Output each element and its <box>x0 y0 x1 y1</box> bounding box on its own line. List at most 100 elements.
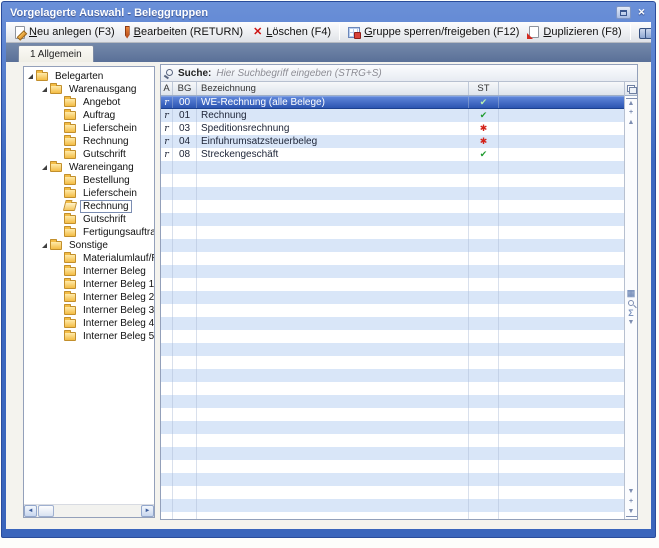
table-row-empty[interactable] <box>161 408 624 421</box>
table-row-empty[interactable] <box>161 187 624 200</box>
tree-item[interactable]: Angebot <box>24 96 154 109</box>
table-row[interactable]: r 00 WE-Rechnung (alle Belege) ✔ <box>161 96 624 109</box>
delete-button[interactable]: ✕ Löschen (F4) <box>248 23 336 41</box>
tab-label: 1 Allgemein <box>30 48 82 60</box>
search-button[interactable]: Suchen (STRG+S) <box>634 23 651 41</box>
column-header-st[interactable]: ST <box>469 82 499 95</box>
table-row-empty[interactable] <box>161 317 624 330</box>
cell-bg <box>173 161 197 174</box>
toolbar-button-label: Gruppe sperren/freigeben (F12) <box>364 26 520 38</box>
scroll-row-down-icon[interactable]: + <box>626 497 637 507</box>
scrollbar-thumb[interactable] <box>38 505 54 517</box>
filter-icon[interactable]: ▼ <box>626 318 637 328</box>
column-header-bezeichnung[interactable]: Bezeichnung <box>197 82 469 95</box>
tree-expander-icon[interactable] <box>28 73 33 79</box>
search-input[interactable] <box>216 67 637 79</box>
cell-st <box>469 473 499 486</box>
tree-expander-icon[interactable] <box>42 164 47 170</box>
cell-bg <box>173 291 197 304</box>
tree-item[interactable]: Interner Beleg 5 (PPS) <box>24 330 154 343</box>
table-row-empty[interactable] <box>161 369 624 382</box>
tree-item-label: Interner Beleg <box>83 266 146 277</box>
scroll-left-button[interactable]: ◄ <box>24 505 37 517</box>
tree-item[interactable]: Fertigungsauftrag (PPS) <box>24 226 154 239</box>
table-row-empty[interactable] <box>161 447 624 460</box>
tree-item[interactable]: Interner Beleg 2 (PPS) <box>24 291 154 304</box>
tree-item[interactable]: Rechnung <box>24 135 154 148</box>
table-row-empty[interactable] <box>161 304 624 317</box>
tree-expander-icon[interactable] <box>42 86 47 92</box>
table-row[interactable]: r 01 Rechnung ✔ <box>161 109 624 122</box>
cell-a <box>161 291 173 304</box>
tree-item[interactable]: Sonstige <box>24 239 154 252</box>
new-button[interactable]: Neu anlegen (F3) <box>10 23 120 41</box>
table-row-empty[interactable] <box>161 239 624 252</box>
cell-bg <box>173 200 197 213</box>
restore-button[interactable] <box>616 6 631 19</box>
scroll-down-icon[interactable]: ▼ <box>626 487 637 497</box>
table-row-empty[interactable] <box>161 265 624 278</box>
table-row-empty[interactable] <box>161 499 624 512</box>
table-row-empty[interactable] <box>161 291 624 304</box>
table-row-empty[interactable] <box>161 161 624 174</box>
duplicate-icon <box>527 26 540 39</box>
tree-item[interactable]: Auftrag <box>24 109 154 122</box>
scroll-bottom-icon[interactable]: ▼ <box>625 507 637 517</box>
zoom-icon[interactable] <box>626 298 637 308</box>
cell-bg <box>173 330 197 343</box>
tree-item[interactable]: Warenausgang <box>24 83 154 96</box>
table-row-empty[interactable] <box>161 174 624 187</box>
duplicate-button[interactable]: Duplizieren (F8) <box>524 23 626 41</box>
table-row-empty[interactable] <box>161 278 624 291</box>
column-header-bg[interactable]: BG <box>173 82 197 95</box>
table-row-empty[interactable] <box>161 421 624 434</box>
tree-item[interactable]: Interner Beleg 3 (PPS) <box>24 304 154 317</box>
tree-item[interactable]: Lieferschein <box>24 122 154 135</box>
scroll-up-icon[interactable]: ▲ <box>626 118 637 128</box>
table-row-empty[interactable] <box>161 330 624 343</box>
table-row-empty[interactable] <box>161 460 624 473</box>
table-row-empty[interactable] <box>161 486 624 499</box>
table-row-empty[interactable] <box>161 343 624 356</box>
scroll-row-up-icon[interactable]: + <box>626 108 637 118</box>
lock-group-button[interactable]: Gruppe sperren/freigeben (F12) <box>343 23 524 41</box>
tree-item[interactable]: Interner Beleg 4 (PPS) <box>24 317 154 330</box>
tree-item[interactable]: Bestellung <box>24 174 154 187</box>
tree-item[interactable]: Wareneingang <box>24 161 154 174</box>
tree: Belegarten Warenausgang Angebot Auftrag Lief… <box>24 67 154 504</box>
table-row[interactable]: r 03 Speditionsrechnung ✱ <box>161 122 624 135</box>
tree-item[interactable]: Interner Beleg <box>24 265 154 278</box>
tab-allgemein[interactable]: 1 Allgemein <box>18 45 94 62</box>
column-header-a[interactable]: A <box>161 82 173 95</box>
table-row-empty[interactable] <box>161 434 624 447</box>
table-row-empty[interactable] <box>161 512 624 519</box>
table-row-empty[interactable] <box>161 213 624 226</box>
scroll-top-icon[interactable]: ▲ <box>625 98 637 108</box>
tree-item[interactable]: Rechnung <box>24 200 154 213</box>
table-row-empty[interactable] <box>161 252 624 265</box>
tree-expander-icon[interactable] <box>42 242 47 248</box>
tree-item[interactable]: Interner Beleg 1 (PPS) <box>24 278 154 291</box>
tree-item[interactable]: Materialumlauf/Reparatur <box>24 252 154 265</box>
tree-item[interactable]: Gutschrift <box>24 213 154 226</box>
table-row-empty[interactable] <box>161 226 624 239</box>
tree-horizontal-scrollbar[interactable]: ◄ ► <box>24 504 154 517</box>
table-row-empty[interactable] <box>161 382 624 395</box>
tree-item[interactable]: Belegarten <box>24 70 154 83</box>
sum-icon[interactable]: Σ <box>626 308 637 318</box>
table-row[interactable]: r 08 Streckengeschäft ✔ <box>161 148 624 161</box>
grid-view-icon[interactable]: ▦ <box>626 288 637 298</box>
close-button[interactable]: ✕ <box>634 6 649 19</box>
table-row-empty[interactable] <box>161 395 624 408</box>
table-row[interactable]: r 04 Einfuhrumsatzsteuerbeleg ✱ <box>161 135 624 148</box>
tree-item-label: Interner Beleg 1 (PPS) <box>83 279 154 290</box>
tree-item[interactable]: Gutschrift <box>24 148 154 161</box>
column-chooser-icon[interactable] <box>624 82 637 96</box>
table-row-empty[interactable] <box>161 356 624 369</box>
cell-a <box>161 304 173 317</box>
edit-button[interactable]: Bearbeiten (RETURN) <box>120 23 248 41</box>
table-row-empty[interactable] <box>161 473 624 486</box>
tree-item[interactable]: Lieferschein <box>24 187 154 200</box>
table-row-empty[interactable] <box>161 200 624 213</box>
scroll-right-button[interactable]: ► <box>141 505 154 517</box>
